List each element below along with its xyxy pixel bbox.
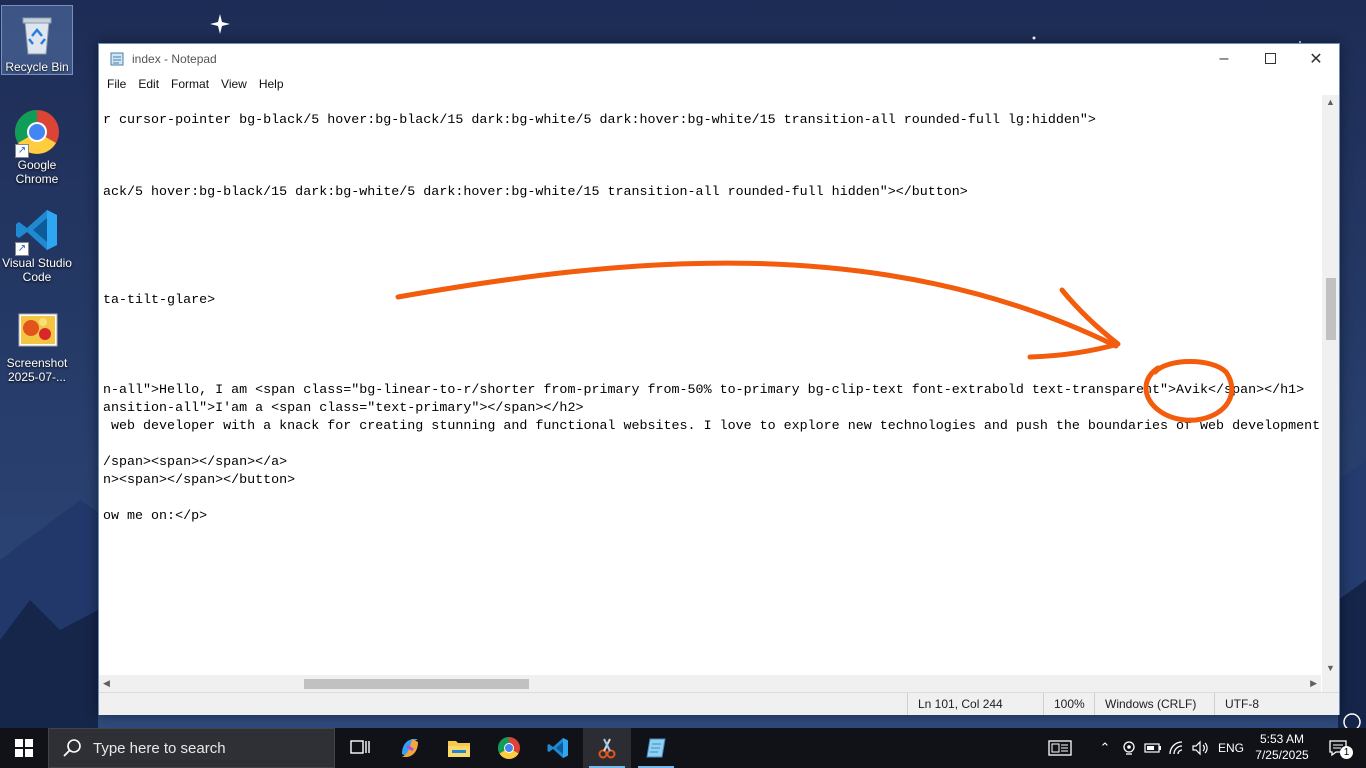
scroll-up-arrow-icon[interactable]: ▲ xyxy=(1326,97,1335,107)
encoding: UTF-8 xyxy=(1214,693,1335,715)
desktop-icon-screenshot[interactable]: Screenshot 2025-07-... xyxy=(2,302,72,384)
news-widget-button[interactable] xyxy=(1040,728,1080,768)
desktop-icon-label: Recycle Bin xyxy=(5,60,69,74)
vscode-icon: ↗ xyxy=(13,206,61,256)
notification-center-button[interactable]: 1 xyxy=(1318,728,1358,768)
close-icon: ✕ xyxy=(1309,50,1323,68)
text-line: n-all">Hello, I am <span class="bg-linea… xyxy=(103,383,1305,398)
menu-file[interactable]: File xyxy=(102,75,131,93)
shortcut-arrow-icon: ↗ xyxy=(15,242,29,256)
speaker-icon xyxy=(1192,740,1208,756)
horizontal-scroll-thumb[interactable] xyxy=(304,679,529,689)
text-line: r cursor-pointer bg-black/5 hover:bg-bla… xyxy=(103,113,1096,128)
taskbar: Type here to search ⌃ ENG 5:53 AM 7/25/2… xyxy=(0,728,1366,768)
status-bar: Ln 101, Col 244 100% Windows (CRLF) UTF-… xyxy=(99,692,1339,715)
recycle-bin-icon xyxy=(13,10,61,58)
show-hidden-icons-button[interactable]: ⌃ xyxy=(1095,728,1115,768)
line-ending: Windows (CRLF) xyxy=(1094,693,1210,715)
webcam-icon xyxy=(1123,741,1135,755)
windows-logo-icon xyxy=(15,739,33,757)
menu-edit[interactable]: Edit xyxy=(133,75,164,93)
desktop-icon-vscode[interactable]: ↗ Visual Studio Code xyxy=(2,202,72,284)
copilot-icon xyxy=(402,739,418,757)
menu-view[interactable]: View xyxy=(216,75,252,93)
taskbar-vscode[interactable] xyxy=(534,728,582,768)
battery-icon xyxy=(1144,743,1161,753)
text-line: ta-tilt-glare> xyxy=(103,293,216,308)
cursor-position: Ln 101, Col 244 xyxy=(907,693,1048,715)
minimize-icon: – xyxy=(1219,49,1229,67)
clock-time: 5:53 AM xyxy=(1259,732,1305,746)
tray-volume[interactable] xyxy=(1189,728,1211,768)
tray-network[interactable] xyxy=(1166,728,1188,768)
taskbar-search[interactable]: Type here to search xyxy=(48,728,335,768)
text-line: ow me on:</p> xyxy=(103,509,208,524)
chrome-icon: ↗ xyxy=(13,108,61,158)
text-line: web developer with a knack for creating … xyxy=(103,419,1321,434)
minimize-button[interactable]: – xyxy=(1201,44,1247,73)
news-icon xyxy=(1048,740,1072,756)
task-view-icon xyxy=(350,740,370,754)
maximize-icon xyxy=(1264,53,1276,64)
search-placeholder: Type here to search xyxy=(93,739,226,757)
taskbar-chrome[interactable] xyxy=(485,728,533,768)
tray-meet-now[interactable] xyxy=(1118,728,1140,768)
notification-count-badge: 1 xyxy=(1340,746,1353,759)
clock-date: 7/25/2025 xyxy=(1255,748,1309,762)
notepad-window[interactable]: index - Notepad – ✕ File Edit Format Vie… xyxy=(98,43,1340,715)
text-line: ansition-all">I'am a <span class="text-p… xyxy=(103,401,584,416)
clock[interactable]: 5:53 AM 7/25/2025 xyxy=(1250,731,1314,763)
search-icon xyxy=(63,739,81,757)
vscode-icon xyxy=(547,738,568,758)
scroll-right-arrow-icon[interactable]: ▶ xyxy=(1310,678,1317,689)
chevron-up-icon: ⌃ xyxy=(1099,740,1111,755)
scrollbar-corner xyxy=(1322,675,1339,692)
text-line: n><span></span></button> xyxy=(103,473,296,488)
vertical-scroll-thumb[interactable] xyxy=(1326,278,1336,340)
wifi-icon xyxy=(1169,741,1183,755)
taskbar-notepad[interactable] xyxy=(632,728,680,768)
scroll-down-arrow-icon[interactable]: ▼ xyxy=(1326,663,1335,673)
notepad-icon xyxy=(646,738,666,758)
image-file-icon xyxy=(13,306,61,354)
title-bar[interactable]: index - Notepad – ✕ xyxy=(99,44,1339,73)
desktop-icon-label: Google Chrome xyxy=(15,158,59,186)
menu-format[interactable]: Format xyxy=(166,75,214,93)
start-button[interactable] xyxy=(0,728,48,768)
taskbar-file-explorer[interactable] xyxy=(435,728,483,768)
taskbar-copilot[interactable] xyxy=(386,728,434,768)
taskbar-snipping-tool[interactable] xyxy=(583,728,631,768)
folder-icon xyxy=(448,741,470,757)
desktop-icon-recycle-bin[interactable]: Recycle Bin xyxy=(1,5,73,75)
desktop-icon-label: Visual Studio Code xyxy=(2,256,72,284)
horizontal-scrollbar[interactable]: ◀ ▶ xyxy=(99,675,1321,692)
text-line: /span><span></span></a> xyxy=(103,455,288,470)
vertical-scrollbar[interactable]: ▲ ▼ xyxy=(1322,95,1339,675)
window-title: index - Notepad xyxy=(132,51,217,66)
shortcut-arrow-icon: ↗ xyxy=(15,144,29,158)
tray-battery[interactable] xyxy=(1142,728,1164,768)
text-editor-area[interactable]: r cursor-pointer bg-black/5 hover:bg-bla… xyxy=(99,95,1321,675)
input-language-button[interactable]: ENG xyxy=(1214,728,1248,768)
desktop-icon-google-chrome[interactable]: ↗ Google Chrome xyxy=(2,104,72,186)
task-view-button[interactable] xyxy=(336,728,384,768)
desktop-icon-label: Screenshot 2025-07-... xyxy=(6,356,68,384)
chrome-icon xyxy=(498,737,520,759)
notepad-app-icon xyxy=(110,52,124,66)
scissors-icon xyxy=(598,738,616,759)
zoom-level: 100% xyxy=(1043,693,1094,715)
close-button[interactable]: ✕ xyxy=(1293,44,1339,73)
text-line: ack/5 hover:bg-black/15 dark:bg-white/5 … xyxy=(103,185,968,200)
menu-bar: File Edit Format View Help xyxy=(99,73,1339,95)
menu-help[interactable]: Help xyxy=(254,75,289,93)
scroll-left-arrow-icon[interactable]: ◀ xyxy=(103,678,110,689)
maximize-button[interactable] xyxy=(1247,44,1293,73)
